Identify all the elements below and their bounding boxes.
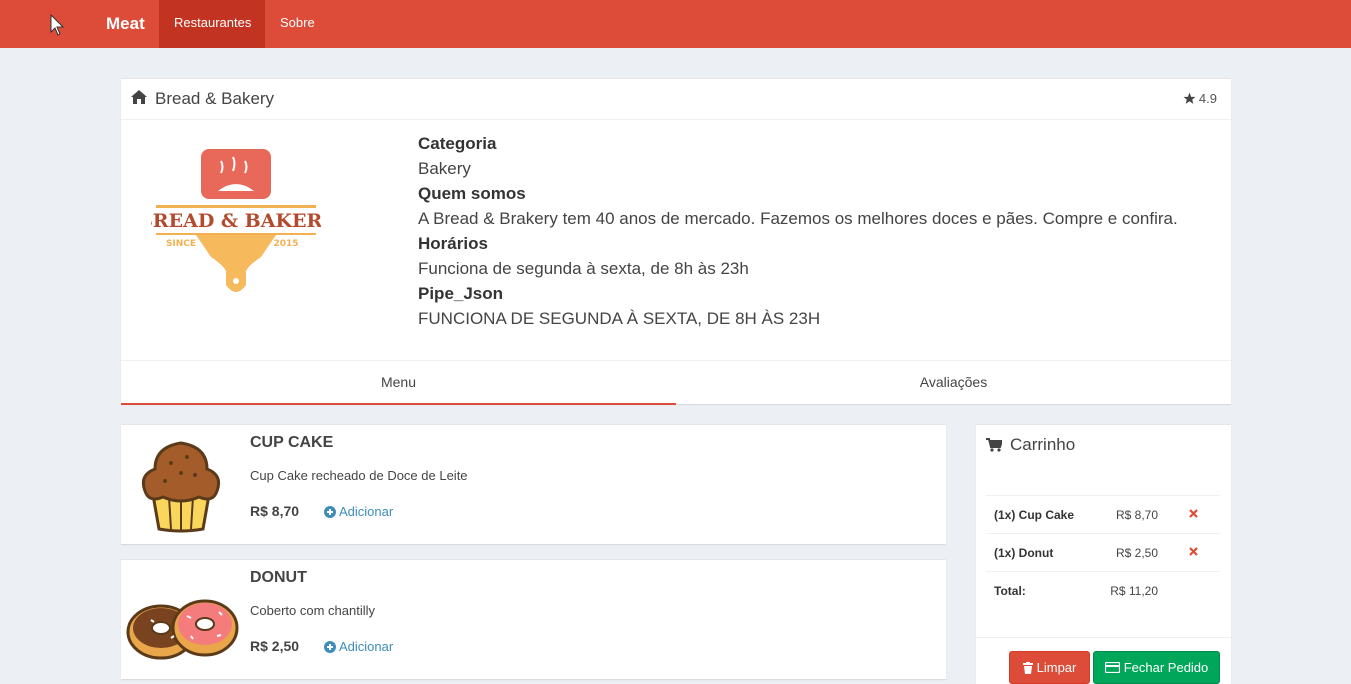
item-description: Cup Cake recheado de Doce de Leite (250, 468, 468, 483)
nav-link-sobre[interactable]: Sobre (265, 0, 330, 48)
credit-card-icon (1104, 662, 1120, 673)
info-value-quem-somos: A Bread & Brakery tem 40 anos de mercado… (418, 209, 1178, 228)
cart-box: Carrinho (1x) Cup Cake R$ 8,70 (1x) Donu… (976, 424, 1231, 684)
cart-item-price: R$ 8,70 (1115, 508, 1158, 522)
shopping-cart-icon (986, 438, 1002, 452)
cart-total-value: R$ 11,20 (1110, 584, 1158, 598)
item-name: DONUT (250, 569, 307, 586)
cart-row: (1x) Donut R$ 2,50 (986, 533, 1220, 571)
item-description: Coberto com chantilly (250, 603, 375, 618)
cart-table: (1x) Cup Cake R$ 8,70 (1x) Donut R$ 2,50… (986, 495, 1220, 609)
cart-item-price: R$ 2,50 (1115, 546, 1158, 560)
plus-circle-icon (324, 505, 336, 518)
item-price: R$ 2,50 (250, 638, 300, 654)
info-label-quem-somos: Quem somos (418, 184, 526, 203)
remove-icon[interactable] (1189, 509, 1198, 518)
home-icon (131, 90, 147, 104)
info-value-pipe-json: FUNCIONA DE SEGUNDA À SEXTA, DE 8H ÀS 23… (418, 309, 821, 328)
restaurant-logo: BREAD & BAKERY SINCE 2015 (151, 149, 321, 292)
cart-row: (1x) Cup Cake R$ 8,70 (986, 495, 1220, 533)
remove-icon[interactable] (1189, 547, 1198, 556)
logo-title: BREAD & BAKERY (151, 210, 321, 232)
rating-value: 4.9 (1198, 91, 1217, 106)
tab-menu[interactable]: Menu (121, 361, 676, 405)
info-value-categoria: Bakery (418, 159, 471, 178)
logo-since: SINCE (166, 239, 196, 249)
cart-title-label: Carrinho (1010, 435, 1076, 454)
restaurant-tabs: Menu Avaliações (121, 360, 1231, 405)
brand-logo[interactable]: Meat (106, 14, 145, 34)
cart-item-name: (1x) Cup Cake (994, 508, 1075, 522)
clear-cart-label: Limpar (1036, 660, 1077, 675)
star-icon (1183, 92, 1196, 104)
rating: 4.9 (1183, 91, 1217, 106)
nav-link-restaurantes[interactable]: Restaurantes (159, 0, 265, 48)
add-item-button[interactable]: Adicionar (324, 639, 393, 654)
cart-footer: Limpar Fechar Pedido (976, 637, 1231, 684)
menu-item: CUP CAKE Cup Cake recheado de Doce de Le… (121, 424, 946, 544)
mouse-cursor-icon (50, 14, 64, 36)
restaurant-info: Categoria Bakery Quem somos A Bread & Br… (418, 131, 1178, 331)
cart-total-label: Total: (994, 584, 1026, 598)
logo-year: 2015 (273, 239, 298, 249)
info-label-pipe-json: Pipe_Json (418, 284, 504, 303)
restaurant-name: Bread & Bakery (155, 89, 275, 108)
cupcake-image (141, 441, 221, 533)
restaurant-box: Bread & Bakery 4.9 BREAD & BAKERY SINCE … (121, 78, 1231, 405)
add-item-button[interactable]: Adicionar (324, 504, 393, 519)
navbar: Meat Restaurantes Sobre (0, 0, 1351, 48)
item-price: R$ 8,70 (250, 503, 300, 519)
tab-avaliacoes[interactable]: Avaliações (676, 361, 1231, 405)
donut-image (126, 599, 239, 660)
checkout-button[interactable]: Fechar Pedido (1093, 651, 1220, 684)
plus-circle-icon (324, 640, 336, 653)
cart-total-row: Total: R$ 11,20 (986, 571, 1220, 609)
add-item-label: Adicionar (339, 639, 394, 654)
menu-item: DONUT Coberto com chantilly R$ 2,50 Adic… (121, 559, 946, 679)
trash-icon (1022, 661, 1033, 674)
info-value-horarios: Funciona de segunda à sexta, de 8h às 23… (418, 259, 749, 278)
cart-item-name: (1x) Donut (994, 546, 1054, 560)
clear-cart-button[interactable]: Limpar (1009, 651, 1090, 684)
info-label-horarios: Horários (418, 234, 488, 253)
cart-title: Carrinho (986, 435, 1075, 455)
item-name: CUP CAKE (250, 434, 334, 451)
info-label-categoria: Categoria (418, 134, 497, 153)
restaurant-header: Bread & Bakery 4.9 (121, 79, 1231, 120)
checkout-label: Fechar Pedido (1123, 660, 1209, 675)
add-item-label: Adicionar (339, 504, 394, 519)
